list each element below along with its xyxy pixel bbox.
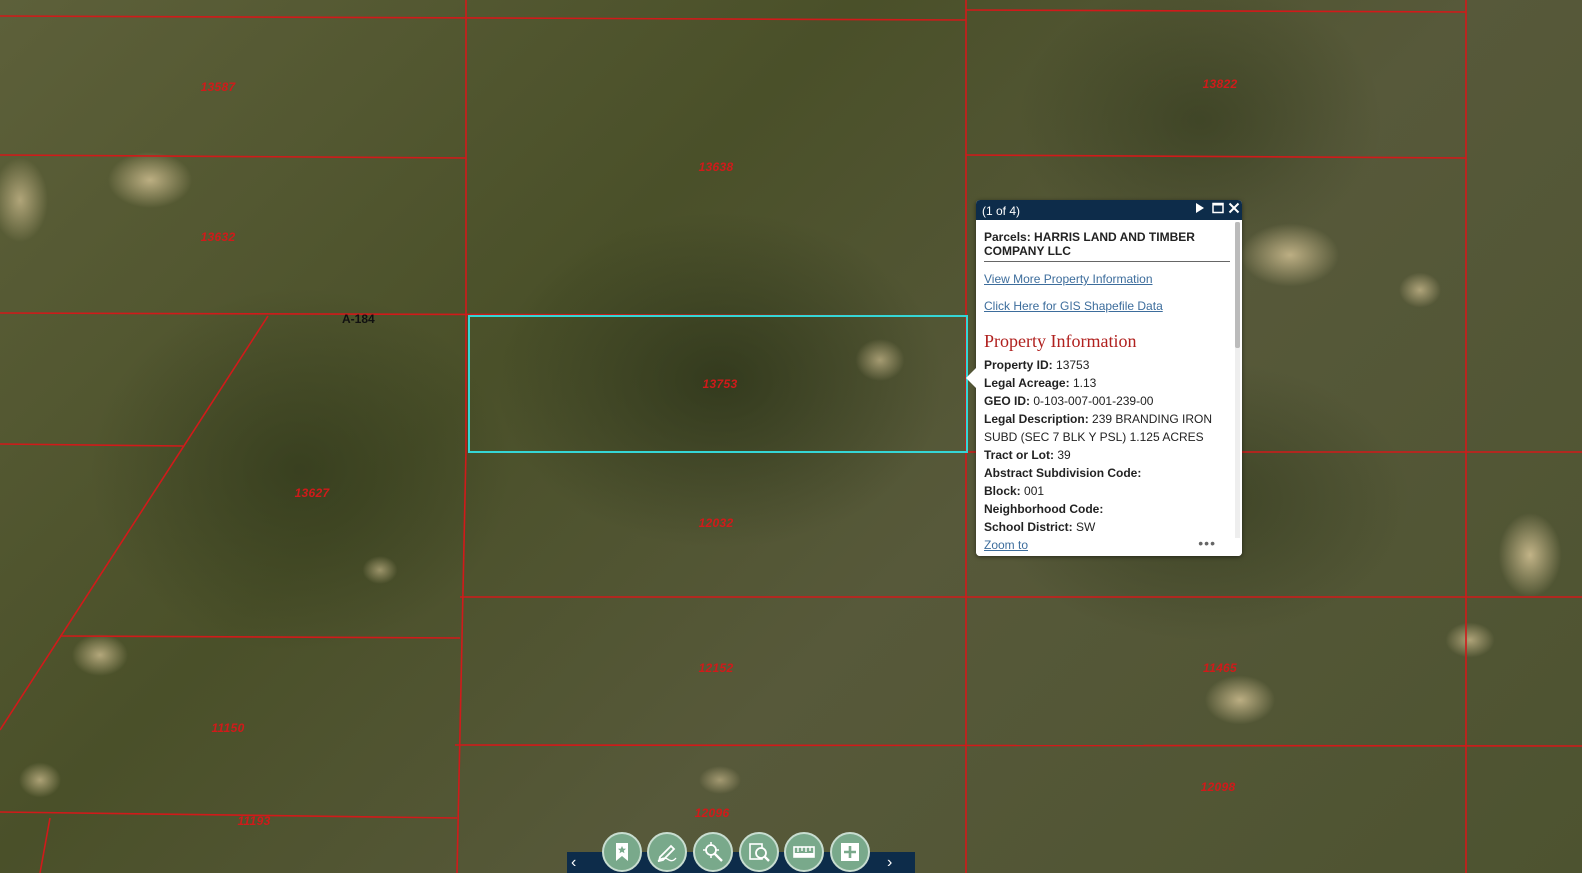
parcel-label: 13822	[1202, 77, 1238, 91]
field-label: Property ID:	[984, 358, 1053, 372]
popup-pointer	[966, 368, 976, 388]
parcel-label: 13753	[702, 377, 738, 391]
field-row: Legal Acreage: 1.13	[984, 374, 1230, 392]
field-label: Neighborhood Code:	[984, 502, 1104, 516]
more-actions-icon[interactable]: •••	[1198, 535, 1216, 551]
section-title: Property Information	[984, 331, 1137, 351]
field-row: Block: 001	[984, 482, 1230, 500]
field-label: Legal Acreage:	[984, 376, 1070, 390]
toolbar-prev-icon[interactable]: ‹	[571, 852, 576, 873]
field-value: SW	[1076, 520, 1096, 534]
field-row: GEO ID: 0-103-007-001-239-00	[984, 392, 1230, 410]
parcel-label: 11150	[211, 721, 245, 735]
scrollbar-thumb[interactable]	[1235, 222, 1240, 348]
map-view[interactable]: 13587 13632 13638 13822 13753 13627 1203…	[0, 0, 1582, 873]
field-label: Abstract Subdivision Code:	[984, 466, 1142, 480]
popup-header: (1 of 4)	[976, 200, 1242, 220]
measure-icon[interactable]	[784, 832, 824, 872]
parcel-lines	[0, 0, 1582, 873]
field-label: Block:	[984, 484, 1021, 498]
close-icon[interactable]	[1228, 202, 1240, 217]
field-label: Legal Description:	[984, 412, 1089, 426]
field-value: 39	[1057, 448, 1071, 462]
field-label: GEO ID:	[984, 394, 1031, 408]
parcel-label: 11193	[237, 814, 271, 828]
feature-popup: (1 of 4) Parcels: HARRIS LAND AND TIMBER…	[966, 200, 1242, 556]
parcel-label: 13627	[294, 486, 330, 500]
field-value: 0-103-007-001-239-00	[1033, 394, 1154, 408]
parcel-label: 12032	[698, 516, 734, 530]
field-label: School District:	[984, 520, 1073, 534]
next-icon[interactable]	[1195, 202, 1205, 217]
field-row: School District: SW	[984, 518, 1230, 536]
popup-title: Parcels: HARRIS LAND AND TIMBER COMPANY …	[984, 230, 1195, 258]
field-value: 001	[1024, 484, 1045, 498]
parcel-label: 12098	[1200, 780, 1236, 794]
maximize-icon[interactable]	[1212, 202, 1224, 217]
field-value: 1.13	[1072, 376, 1097, 390]
field-label: Tract or Lot:	[984, 448, 1055, 462]
title-divider	[984, 261, 1230, 262]
parcel-label: 12152	[698, 661, 734, 675]
field-row: Legal Description: 239 BRANDING IRON SUB…	[984, 410, 1230, 446]
bookmark-icon[interactable]	[602, 832, 642, 872]
field-row: Property ID: 13753	[984, 356, 1230, 374]
field-value: 13753	[1056, 358, 1090, 372]
popup-footer: Zoom to •••	[976, 535, 1242, 556]
select-icon[interactable]	[693, 832, 733, 872]
field-row: Neighborhood Code:	[984, 500, 1230, 518]
field-row: Abstract Subdivision Code:	[984, 464, 1230, 482]
parcel-label: 11465	[1203, 661, 1237, 675]
add-icon[interactable]	[830, 832, 870, 872]
parcel-label: 12096	[694, 806, 730, 820]
parcel-label: 13632	[200, 230, 236, 244]
toolbar-next-icon[interactable]: ›	[887, 852, 892, 873]
zoom-to-link[interactable]: Zoom to	[984, 538, 1028, 552]
search-icon[interactable]	[739, 832, 779, 872]
popup-body: Parcels: HARRIS LAND AND TIMBER COMPANY …	[976, 220, 1242, 538]
parcel-label: 13638	[698, 160, 734, 174]
draw-icon[interactable]	[647, 832, 687, 872]
view-more-link[interactable]: View More Property Information	[984, 272, 1230, 286]
feature-count: (1 of 4)	[982, 204, 1021, 218]
popup-scrollbar[interactable]	[1235, 222, 1240, 554]
gis-shapefile-link[interactable]: Click Here for GIS Shapefile Data	[984, 299, 1230, 313]
field-row: Tract or Lot: 39	[984, 446, 1230, 464]
abstract-label: A-184	[342, 312, 375, 326]
parcel-label: 13587	[200, 80, 236, 94]
